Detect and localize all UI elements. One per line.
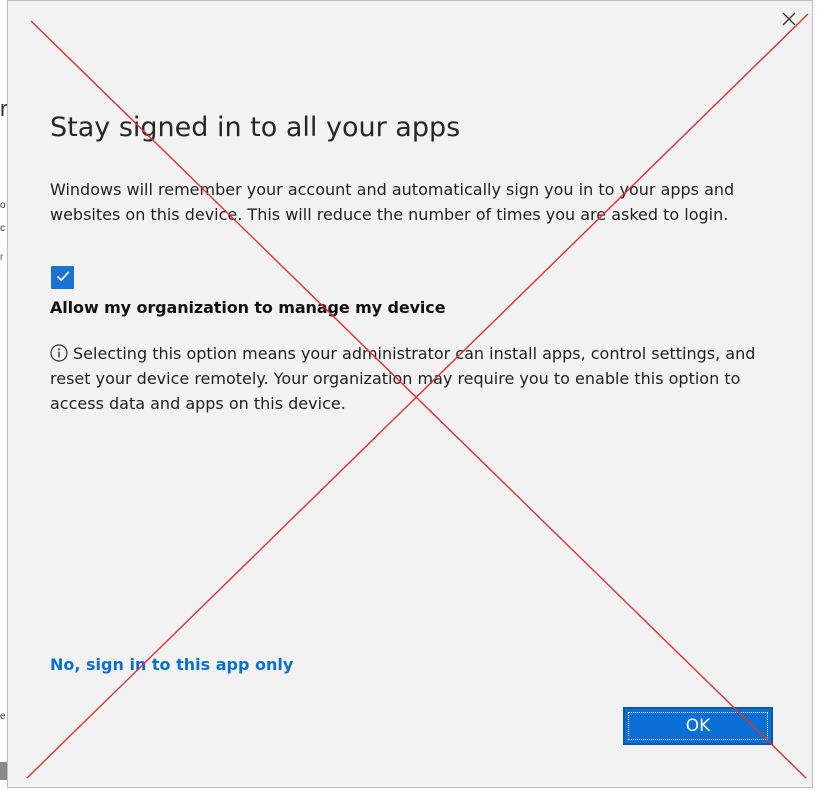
info-icon (50, 344, 68, 362)
background-fragment: o (0, 200, 6, 211)
background-window-edge: r o c r e (0, 0, 7, 791)
ok-button[interactable]: OK (623, 707, 773, 745)
info-message: Selecting this option means your adminis… (50, 341, 780, 416)
background-fragment: e (0, 711, 6, 722)
manage-device-checkbox[interactable] (51, 266, 74, 289)
stay-signed-in-dialog: Stay signed in to all your apps Windows … (7, 0, 813, 788)
checkmark-icon (55, 268, 71, 288)
info-text: Selecting this option means your adminis… (50, 344, 756, 413)
close-button[interactable] (779, 10, 799, 30)
close-icon (782, 11, 796, 30)
background-fragment: c (0, 223, 5, 234)
background-fragment: r (0, 96, 7, 121)
background-fragment: r (0, 252, 4, 263)
background-taskbar-fragment (0, 762, 7, 780)
ok-button-label: OK (685, 716, 711, 736)
dialog-description: Windows will remember your account and a… (50, 180, 735, 224)
manage-device-label[interactable]: Allow my organization to manage my devic… (50, 298, 446, 317)
sign-in-this-app-only-link[interactable]: No, sign in to this app only (50, 655, 293, 674)
dialog-title: Stay signed in to all your apps (50, 112, 461, 143)
